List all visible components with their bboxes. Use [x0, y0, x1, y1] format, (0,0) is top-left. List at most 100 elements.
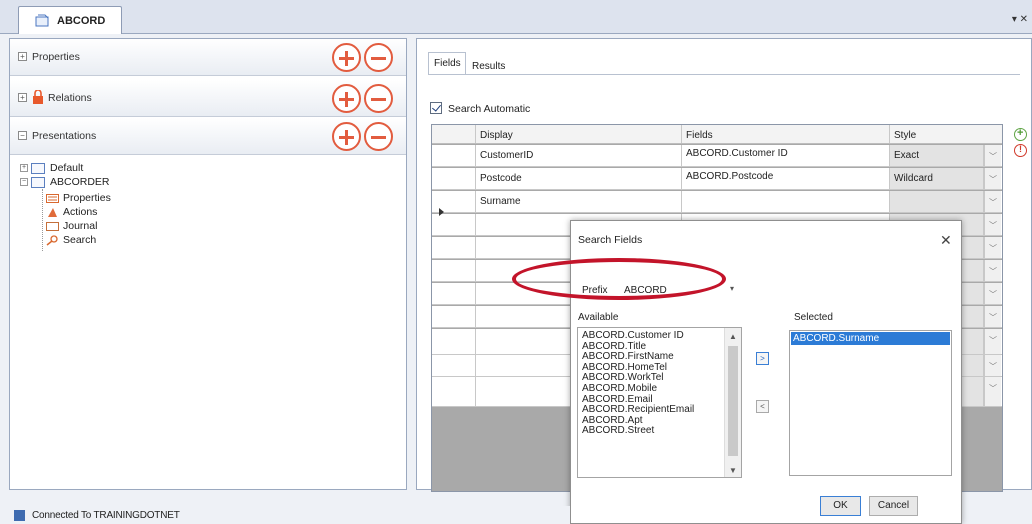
section-properties[interactable]: + Properties — [10, 39, 406, 76]
move-left-button[interactable]: < — [756, 400, 769, 413]
remove-icon[interactable] — [364, 84, 393, 113]
chevron-down-icon[interactable]: ﹀ — [984, 306, 1001, 327]
collapse-icon[interactable]: − — [18, 131, 27, 140]
table-row[interactable]: Postcode ABCORD.Postcode Wildcard ﹀ — [432, 168, 1002, 190]
document-tab-label: ABCORD — [57, 14, 106, 27]
cancel-button[interactable]: Cancel — [869, 496, 918, 516]
available-label: Available — [578, 312, 619, 323]
dialog-title: Search Fields — [578, 234, 643, 246]
fields-cell[interactable]: ABCORD.Postcode — [682, 168, 890, 189]
remove-row-icon[interactable] — [1014, 144, 1027, 157]
add-icon[interactable] — [332, 84, 361, 113]
presentation-icon — [31, 176, 45, 188]
chevron-down-icon[interactable]: ﹀ — [984, 214, 1001, 235]
column-header-fields[interactable]: Fields — [682, 125, 890, 143]
journal-icon — [46, 221, 59, 232]
expand-icon[interactable]: + — [20, 164, 28, 172]
presentation-icon — [31, 162, 45, 174]
row-header-cell — [432, 145, 476, 166]
chevron-down-icon[interactable]: ▼ — [729, 466, 737, 475]
search-automatic-checkbox[interactable] — [430, 102, 442, 114]
chevron-down-icon[interactable]: ﹀ — [984, 377, 1001, 406]
relations-icon — [32, 89, 44, 108]
fields-cell[interactable]: ABCORD.Customer ID — [682, 145, 890, 166]
chevron-down-icon[interactable]: ﹀ — [984, 237, 1001, 258]
move-right-button[interactable]: > — [756, 352, 769, 365]
add-icon[interactable] — [332, 122, 361, 151]
list-item[interactable]: ABCORD.Mobile — [578, 383, 741, 395]
display-cell[interactable]: Surname — [476, 191, 682, 212]
tree-connector — [42, 189, 43, 251]
grid-header: Display Fields Style — [432, 125, 1002, 144]
left-panel: + Properties + Relations − Presentations… — [9, 38, 407, 490]
properties-icon — [46, 193, 59, 204]
chevron-up-icon[interactable]: ▲ — [729, 332, 737, 341]
tree-item-label: Search — [63, 234, 97, 246]
section-label: Relations — [48, 92, 92, 104]
highlight-oval — [512, 258, 726, 300]
available-scrollbar[interactable]: ▲ ▼ — [724, 328, 741, 477]
list-item-selected[interactable]: ABCORD.Surname — [791, 332, 950, 345]
tree-item-actions[interactable]: Actions — [46, 205, 97, 219]
selected-list[interactable]: ABCORD.Surname — [789, 330, 952, 476]
chevron-down-icon[interactable]: ﹀ — [984, 191, 1001, 212]
collapse-icon[interactable]: − — [20, 178, 28, 186]
row-header-cell — [432, 125, 476, 143]
close-icon[interactable]: ✕ — [940, 232, 952, 249]
ok-button[interactable]: OK — [820, 496, 861, 516]
list-item[interactable]: ABCORD.Street — [578, 426, 741, 437]
tab-label: Results — [472, 61, 506, 72]
selected-label: Selected — [794, 312, 833, 323]
tree-item-search[interactable]: Search — [46, 233, 96, 247]
chevron-down-icon[interactable]: ﹀ — [984, 260, 1001, 281]
available-list[interactable]: ABCORD.Customer ID ABCORD.Title ABCORD.F… — [577, 327, 742, 478]
section-label: Presentations — [32, 130, 97, 142]
display-cell[interactable]: CustomerID — [476, 145, 682, 166]
chevron-down-icon[interactable]: ﹀ — [984, 145, 1001, 166]
chevron-down-icon[interactable]: ﹀ — [984, 355, 1001, 376]
tree-item-properties[interactable]: Properties — [46, 191, 111, 205]
section-presentations[interactable]: − Presentations — [10, 118, 406, 155]
tab-results[interactable]: Results — [466, 55, 522, 74]
chevron-down-icon[interactable]: ﹀ — [984, 283, 1001, 304]
column-header-style[interactable]: Style — [890, 125, 1002, 143]
remove-icon[interactable] — [364, 43, 393, 72]
fields-cell[interactable] — [682, 191, 890, 212]
tab-fields[interactable]: Fields — [428, 52, 466, 74]
column-header-display[interactable]: Display — [476, 125, 682, 143]
window-controls[interactable]: ▾ ✕ — [1012, 14, 1028, 25]
scroll-thumb[interactable] — [728, 346, 738, 456]
tree-item-default[interactable]: + Default — [20, 161, 83, 175]
tree-item-journal[interactable]: Journal — [46, 219, 97, 233]
add-row-icon[interactable] — [1014, 127, 1027, 141]
style-cell[interactable] — [890, 191, 984, 212]
display-cell[interactable]: Postcode — [476, 168, 682, 189]
remove-icon[interactable] — [364, 122, 393, 151]
style-cell[interactable]: Exact — [890, 145, 984, 166]
chevron-down-icon[interactable]: ▾ — [730, 284, 734, 293]
tree-item-label: Actions — [63, 206, 98, 218]
status-text: Connected To TRAININGDOTNET — [32, 509, 180, 521]
tab-label: Fields — [434, 58, 461, 69]
add-icon[interactable] — [332, 43, 361, 72]
tree-item-label: Properties — [63, 192, 111, 204]
tree-item-label: ABCORDER — [50, 176, 110, 188]
tree-item-abcorder[interactable]: − ABCORDER — [20, 175, 110, 189]
document-tab[interactable]: ABCORD — [18, 6, 122, 34]
style-cell[interactable]: Wildcard — [890, 168, 984, 189]
chevron-down-icon[interactable]: ﹀ — [984, 168, 1001, 189]
list-item[interactable]: ABCORD.Customer ID — [578, 330, 741, 342]
expand-icon[interactable]: + — [18, 93, 27, 102]
tab-divider — [428, 74, 1020, 75]
table-row[interactable]: CustomerID ABCORD.Customer ID Exact ﹀ — [432, 145, 1002, 167]
expand-icon[interactable]: + — [18, 52, 27, 61]
server-icon — [14, 509, 25, 521]
search-icon — [46, 234, 59, 246]
chevron-down-icon[interactable]: ﹀ — [984, 329, 1001, 354]
section-relations[interactable]: + Relations — [10, 80, 406, 117]
document-icon — [35, 14, 51, 28]
search-automatic-label: Search Automatic — [448, 103, 531, 115]
row-header-cell — [432, 168, 476, 189]
table-row[interactable]: Surname ﹀ — [432, 191, 1002, 213]
actions-icon — [46, 207, 59, 218]
